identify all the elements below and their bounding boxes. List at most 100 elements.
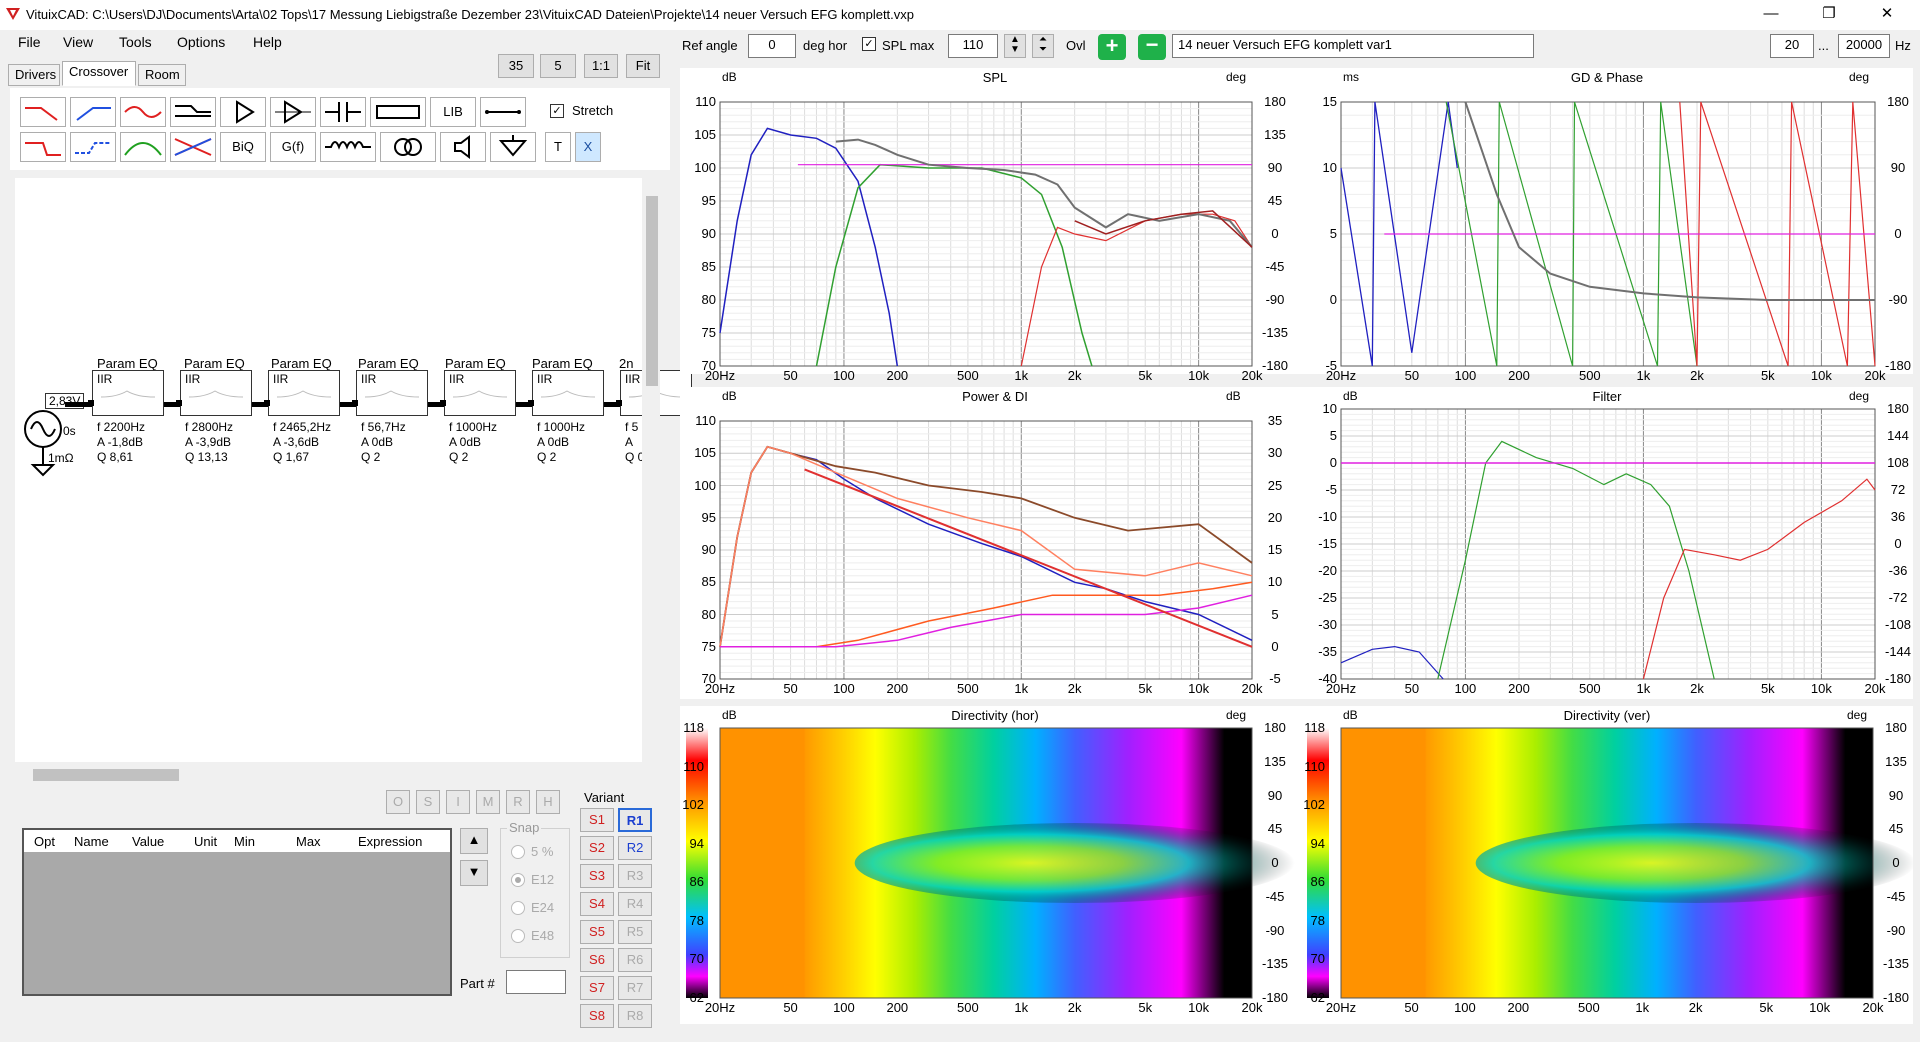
spl-auto-button[interactable]: ⏶ ⏷ [1032, 34, 1054, 58]
eq-block[interactable]: IIR [268, 370, 340, 416]
schematic-canvas[interactable]: 2,83V 0s 1mΩ Param EQ IIR f 2200Hz A -1,8dB… [15, 178, 692, 762]
variant-r-button[interactable]: R6 [618, 948, 652, 972]
allpass-button[interactable] [170, 132, 216, 162]
menu-options[interactable]: Options [177, 34, 225, 50]
snap-radio[interactable] [511, 845, 525, 859]
lib-button[interactable]: LIB [430, 97, 476, 127]
add-overlay-icon[interactable]: + [1098, 34, 1126, 60]
freq-min-input[interactable]: 20 [1770, 34, 1814, 58]
tab-drivers[interactable]: Drivers [8, 64, 60, 86]
opt-button-r[interactable]: R [506, 790, 530, 814]
gf-button[interactable]: G(f) [270, 132, 316, 162]
optimizer-table[interactable]: Opt Name Value Unit Min Max Expression [22, 828, 452, 996]
buffer-button[interactable] [270, 97, 316, 127]
maximize-button[interactable]: ❐ [1806, 0, 1852, 30]
eq-block[interactable]: IIR [92, 370, 164, 416]
freq-max-input[interactable]: 20000 [1838, 34, 1890, 58]
chart-dirver[interactable]: Directivity (ver) dB deg 118 110 102 94 86 78 70 6… [1301, 706, 1913, 1024]
lowpass2-button[interactable] [20, 132, 66, 162]
power-listening-window-curve [719, 445, 1253, 647]
chart-spl[interactable]: SPL dB deg 110 105 100 95 90 85 80 75 70 180 135 90 45 0… [680, 68, 1310, 383]
inductor-button[interactable] [320, 132, 376, 162]
zoom-value-field[interactable]: 35 [498, 54, 534, 78]
wire-button[interactable] [480, 97, 526, 127]
minimize-button[interactable]: — [1748, 0, 1794, 30]
x-tick-label: 500 [957, 681, 979, 696]
text-tool-button[interactable]: T [545, 132, 571, 162]
variant-r-button[interactable]: R4 [618, 892, 652, 916]
driver-button[interactable] [440, 132, 486, 162]
close-button[interactable]: ✕ [1864, 0, 1910, 30]
delete-tool-button[interactable]: X [575, 132, 601, 162]
variant-r-button[interactable]: R2 [618, 836, 652, 860]
horizontal-scrollbar[interactable] [15, 766, 645, 784]
variant-r-button[interactable]: R1 [618, 808, 652, 832]
opt-button-s[interactable]: S [416, 790, 440, 814]
resistor-button[interactable] [370, 97, 426, 127]
eq-block[interactable]: IIR [356, 370, 428, 416]
highpass2-button[interactable] [70, 132, 116, 162]
spl-max-input[interactable]: 110 [948, 34, 998, 58]
snap-radio[interactable] [511, 929, 525, 943]
remove-overlay-icon[interactable]: − [1138, 34, 1166, 60]
chart-filter[interactable]: Filter dB deg 10 5 0 -5 -10 -15 -20 -25 -30 -35 -40 18… [1301, 387, 1913, 699]
snap-radio[interactable] [511, 873, 525, 887]
variant-s-button[interactable]: S1 [580, 808, 614, 832]
variant-r-button[interactable]: R8 [618, 1004, 652, 1028]
fit-button[interactable]: Fit [626, 54, 660, 78]
snap-radio[interactable] [511, 901, 525, 915]
capacitor-button[interactable] [320, 97, 366, 127]
variant-r-button[interactable]: R5 [618, 920, 652, 944]
horizontal-scroll-thumb[interactable] [33, 769, 179, 781]
x-tick-label: 20k [1864, 368, 1886, 383]
eq-block[interactable]: IIR [532, 370, 604, 416]
variant-r-button[interactable]: R3 [618, 864, 652, 888]
y-tick-label: 105 [694, 127, 716, 142]
spl-max-checkbox[interactable]: ✓ [862, 37, 876, 51]
highpass-button[interactable] [70, 97, 116, 127]
menu-file[interactable]: File [18, 34, 41, 50]
ratio-button[interactable]: 1:1 [584, 54, 618, 78]
eq-block[interactable]: IIR [180, 370, 252, 416]
variant-name-input[interactable]: 14 neuer Versuch EFG komplett var1 [1172, 34, 1534, 58]
opt-button-i[interactable]: I [446, 790, 470, 814]
part-number-input[interactable] [506, 970, 566, 994]
move-down-button[interactable]: ▼ [460, 860, 488, 886]
bandpass-button[interactable] [120, 132, 166, 162]
menu-view[interactable]: View [63, 34, 93, 50]
move-up-button[interactable]: ▲ [460, 828, 488, 854]
variant-s-button[interactable]: S6 [580, 948, 614, 972]
opt-button-m[interactable]: M [476, 790, 500, 814]
variant-s-button[interactable]: S7 [580, 976, 614, 1000]
variant-s-button[interactable]: S5 [580, 920, 614, 944]
ground-button[interactable] [490, 132, 536, 162]
transformer-button[interactable] [380, 132, 436, 162]
ref-angle-input[interactable]: 0 [748, 34, 796, 58]
grid-value-field[interactable]: 5 [540, 54, 576, 78]
chart-gd[interactable]: GD & Phase ms deg 15 10 5 0 -5 180 90 0 -90 -180 20Hz… [1301, 68, 1913, 383]
tab-room[interactable]: Room [138, 64, 186, 86]
y2-tick-label: -144 [1884, 644, 1912, 659]
variant-s-button[interactable]: S8 [580, 1004, 614, 1028]
lowpass-button[interactable] [20, 97, 66, 127]
vertical-scrollbar[interactable] [642, 178, 660, 762]
variant-s-button[interactable]: S3 [580, 864, 614, 888]
vertical-scroll-thumb[interactable] [646, 196, 658, 386]
spl-spinner[interactable]: ▲ ▼ [1004, 34, 1026, 58]
amplifier-button[interactable] [220, 97, 266, 127]
menu-tools[interactable]: Tools [119, 34, 152, 50]
stretch-checkbox[interactable]: ✓ [550, 104, 564, 118]
menu-help[interactable]: Help [253, 34, 282, 50]
eq-block[interactable]: IIR [444, 370, 516, 416]
chart-power[interactable]: Power & DI dB dB 110 105 100 95 90 85 80 75 70 35 30 2… [680, 387, 1310, 699]
variant-s-button[interactable]: S4 [580, 892, 614, 916]
chart-dirhor[interactable]: Directivity (hor) dB deg 118 110 102 94 86 78 70 6… [680, 706, 1310, 1024]
biquad-button[interactable]: BiQ [220, 132, 266, 162]
shelf-button[interactable] [170, 97, 216, 127]
opt-button-o[interactable]: O [386, 790, 410, 814]
opt-button-h[interactable]: H [536, 790, 560, 814]
peak-button[interactable] [120, 97, 166, 127]
variant-r-button[interactable]: R7 [618, 976, 652, 1000]
tab-crossover[interactable]: Crossover [62, 61, 136, 86]
variant-s-button[interactable]: S2 [580, 836, 614, 860]
